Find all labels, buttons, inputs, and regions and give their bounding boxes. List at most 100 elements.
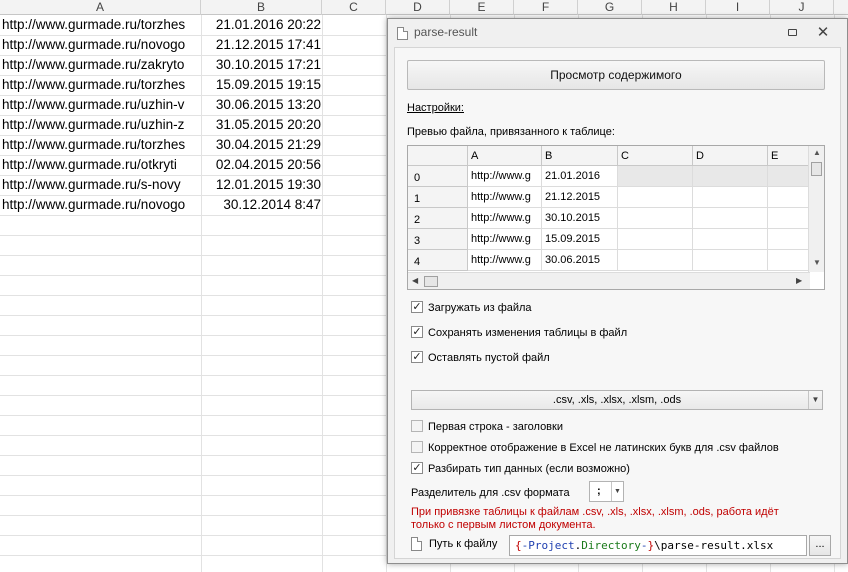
- cell-date[interactable]: 21.12.2015 17:41: [203, 35, 321, 55]
- cell-url[interactable]: http://www.gurmade.ru/torzhes: [2, 75, 200, 95]
- cell-date[interactable]: 31.05.2015 20:20: [203, 115, 321, 135]
- preview-cell[interactable]: 30.10.2015: [542, 208, 618, 229]
- column-header-j[interactable]: J: [770, 0, 834, 15]
- preview-cell[interactable]: [693, 187, 768, 208]
- preview-header-c[interactable]: C: [618, 146, 693, 166]
- preview-cell[interactable]: http://www.g: [468, 166, 542, 187]
- separator-combo[interactable]: ; ▼: [589, 481, 624, 502]
- cell-url[interactable]: http://www.gurmade.ru/novogo: [2, 195, 200, 215]
- checkbox-unchecked-icon[interactable]: [411, 441, 423, 453]
- cell-date[interactable]: 30.04.2015 21:29: [203, 135, 321, 155]
- option-keep-empty[interactable]: ✓ Оставлять пустой файл: [411, 351, 550, 367]
- preview-cell[interactable]: [618, 229, 693, 250]
- column-header-f[interactable]: F: [514, 0, 578, 15]
- preview-grid[interactable]: A B C D E 0 http://www.g 21.01.2016 1 ht…: [407, 145, 825, 290]
- chevron-down-icon[interactable]: ▼: [808, 391, 822, 409]
- checkbox-unchecked-icon[interactable]: [411, 420, 423, 432]
- preview-cell[interactable]: 15.09.2015: [542, 229, 618, 250]
- preview-header-a[interactable]: A: [468, 146, 542, 166]
- checkbox-checked-icon[interactable]: ✓: [411, 462, 423, 474]
- path-token: \parse-result.xlsx: [654, 539, 774, 552]
- view-contents-button[interactable]: Просмотр содержимого: [407, 60, 825, 90]
- cell-date[interactable]: 02.04.2015 20:56: [203, 155, 321, 175]
- preview-cell[interactable]: 30.06.2015: [542, 250, 618, 271]
- preview-cell[interactable]: [768, 229, 810, 250]
- horizontal-scrollbar[interactable]: ◀ ▶: [408, 272, 810, 289]
- preview-header-b[interactable]: B: [542, 146, 618, 166]
- column-header-d[interactable]: D: [386, 0, 450, 15]
- horizontal-scroll-thumb[interactable]: [424, 276, 438, 287]
- preview-cell[interactable]: [618, 250, 693, 271]
- path-input[interactable]: {-Project.Directory-}\parse-result.xlsx: [509, 535, 807, 556]
- cell-date[interactable]: 21.01.2016 20:22: [203, 15, 321, 35]
- preview-cell[interactable]: [618, 208, 693, 229]
- cell-date[interactable]: 15.09.2015 19:15: [203, 75, 321, 95]
- row-number: 4: [408, 250, 468, 271]
- warning-text: При привязке таблицы к файлам .csv, .xls…: [411, 506, 779, 531]
- checkbox-checked-icon[interactable]: ✓: [411, 351, 423, 363]
- preview-cell[interactable]: [768, 250, 810, 271]
- restore-icon[interactable]: [786, 26, 800, 40]
- preview-header-e[interactable]: E: [768, 146, 810, 166]
- scroll-right-icon[interactable]: ▶: [796, 276, 802, 285]
- close-icon[interactable]: ✕: [816, 25, 830, 40]
- column-header-e[interactable]: E: [450, 0, 514, 15]
- checkbox-checked-icon[interactable]: ✓: [411, 326, 423, 338]
- cell-date[interactable]: 30.06.2015 13:20: [203, 95, 321, 115]
- cell-url[interactable]: http://www.gurmade.ru/torzhes: [2, 135, 200, 155]
- preview-cell[interactable]: [693, 229, 768, 250]
- preview-cell[interactable]: [618, 187, 693, 208]
- column-header-a[interactable]: A: [0, 0, 201, 15]
- cell-date[interactable]: 12.01.2015 19:30: [203, 175, 321, 195]
- vertical-scroll-thumb[interactable]: [811, 162, 822, 176]
- column-header-c[interactable]: C: [322, 0, 386, 15]
- preview-cell[interactable]: [693, 166, 768, 187]
- checkbox-checked-icon[interactable]: ✓: [411, 301, 423, 313]
- browse-button[interactable]: ...: [809, 535, 831, 556]
- preview-cell[interactable]: 21.12.2015: [542, 187, 618, 208]
- preview-header-d[interactable]: D: [693, 146, 768, 166]
- dialog-titlebar[interactable]: parse-result ✕: [388, 19, 847, 47]
- chevron-down-icon[interactable]: ▼: [611, 482, 623, 501]
- formats-combo[interactable]: .csv, .xls, .xlsx, .xlsm, .ods ▼: [411, 390, 823, 410]
- scroll-up-icon[interactable]: ▲: [813, 148, 821, 157]
- row-number: 3: [408, 229, 468, 250]
- cell-date[interactable]: 30.12.2014 8:47: [203, 195, 321, 215]
- preview-cell[interactable]: [693, 208, 768, 229]
- cell-url[interactable]: http://www.gurmade.ru/otkryti: [2, 155, 200, 175]
- cell-url[interactable]: http://www.gurmade.ru/novogo: [2, 35, 200, 55]
- cell-url[interactable]: http://www.gurmade.ru/s-novy: [2, 175, 200, 195]
- preview-cell[interactable]: [768, 187, 810, 208]
- preview-cell[interactable]: [768, 166, 810, 187]
- vertical-scrollbar[interactable]: ▲ ▼: [808, 146, 824, 272]
- option-load-from-file[interactable]: ✓ Загружать из файла: [411, 301, 532, 317]
- cell-url[interactable]: http://www.gurmade.ru/uzhin-z: [2, 115, 200, 135]
- preview-cell[interactable]: http://www.g: [468, 250, 542, 271]
- preview-cell[interactable]: 21.01.2016: [542, 166, 618, 187]
- cell-url[interactable]: http://www.gurmade.ru/zakryto: [2, 55, 200, 75]
- column-header-g[interactable]: G: [578, 0, 642, 15]
- preview-corner: [408, 146, 468, 166]
- preview-cell[interactable]: [768, 208, 810, 229]
- preview-cell[interactable]: http://www.g: [468, 208, 542, 229]
- grid-line: [322, 15, 323, 572]
- scroll-left-icon[interactable]: ◀: [412, 276, 418, 285]
- option-save-changes[interactable]: ✓ Сохранять изменения таблицы в файл: [411, 326, 627, 342]
- cell-url[interactable]: http://www.gurmade.ru/uzhin-v: [2, 95, 200, 115]
- preview-cell[interactable]: [618, 166, 693, 187]
- cell-url[interactable]: http://www.gurmade.ru/torzhes: [2, 15, 200, 35]
- column-header-h[interactable]: H: [642, 0, 706, 15]
- path-token: {: [515, 539, 522, 552]
- option-parse-types[interactable]: ✓ Разбирать тип данных (если возможно): [411, 462, 630, 478]
- column-header-b[interactable]: B: [201, 0, 322, 15]
- column-header-i[interactable]: I: [706, 0, 770, 15]
- option-excel-display[interactable]: Корректное отображение в Excel не латинс…: [411, 441, 779, 457]
- option-first-row-headers[interactable]: Первая строка - заголовки: [411, 420, 563, 436]
- preview-cell[interactable]: http://www.g: [468, 229, 542, 250]
- dialog-title: parse-result: [414, 25, 478, 39]
- scroll-down-icon[interactable]: ▼: [813, 258, 821, 267]
- settings-link[interactable]: Настройки:: [407, 102, 464, 114]
- cell-date[interactable]: 30.10.2015 17:21: [203, 55, 321, 75]
- preview-cell[interactable]: [693, 250, 768, 271]
- preview-cell[interactable]: http://www.g: [468, 187, 542, 208]
